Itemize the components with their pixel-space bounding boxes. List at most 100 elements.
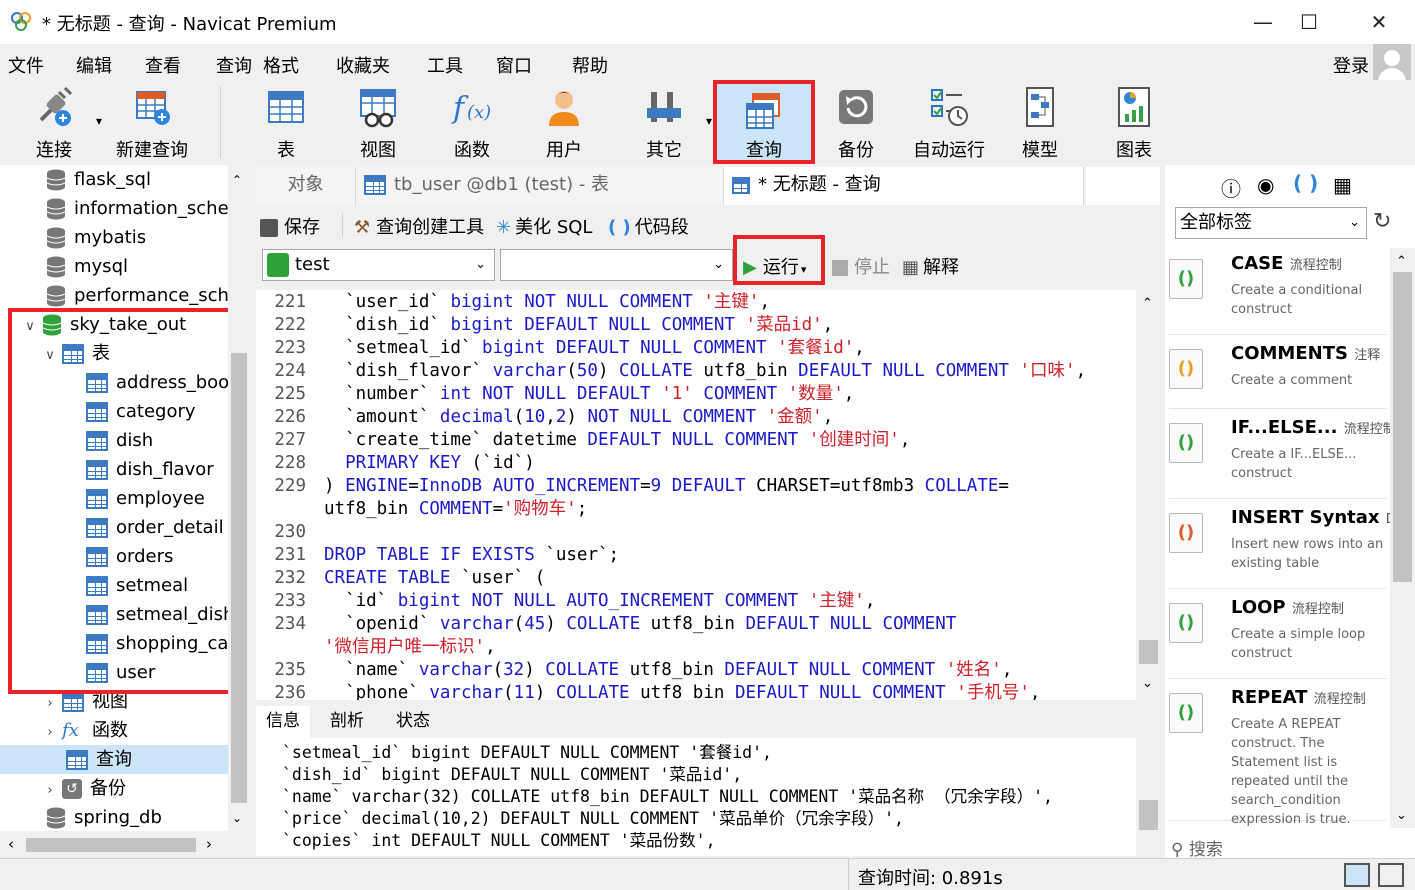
document-tabs: 对象 tb_user @db1 (test) - 表 * 无标题 - 查询 [256,167,1161,205]
close-icon[interactable]: ✕ [1356,6,1402,38]
tree-label: mysql [74,256,128,277]
tree-db-spring-db[interactable]: spring_db [46,803,162,831]
tab-info[interactable]: 信息 [256,706,310,738]
function-button[interactable]: f (x) 函数 [432,80,512,164]
output-vertical-scrollbar[interactable] [1136,738,1161,856]
maximize-icon[interactable]: ☐ [1286,6,1332,38]
new-query-icon [136,91,170,125]
scroll-up-icon[interactable]: ⌃ [1142,296,1153,311]
query-builder-button[interactable]: ⚒ 查询创建工具 [354,213,484,239]
connect-button[interactable]: 连接 [14,80,94,164]
snippet-item-comments[interactable]: () COMMENTS 注释 Create a comment [1169,337,1387,409]
code-snippet-button[interactable]: ( ) 代码段 [608,213,689,239]
dml-icon: () [1169,513,1203,553]
scroll-down-icon[interactable]: ⌄ [1142,676,1153,691]
scroll-thumb[interactable] [1139,800,1158,830]
chevron-right-icon[interactable]: › [42,776,58,805]
scroll-up-icon[interactable]: ⌃ [1396,254,1407,269]
connection-select[interactable]: test ⌄ [262,249,495,281]
connect-dropdown-icon[interactable]: ▾ [96,114,102,128]
snippet-scrollbar[interactable]: ⌃ ⌄ [1390,248,1415,828]
view-button[interactable]: 视图 [338,80,418,164]
minimize-icon[interactable]: — [1240,6,1286,38]
scroll-thumb[interactable] [1139,640,1158,664]
autorun-button[interactable]: 自动运行 [904,80,994,164]
snippet-item-insert[interactable]: ()INSERT Syntax DMInsert new rows into a… [1169,501,1390,589]
info-icon[interactable]: ⓘ [1221,173,1241,202]
snippet-item-repeat[interactable]: () REPEAT 流程控制 Create A REPEAT construct. … [1169,681,1387,827]
scroll-left-icon[interactable]: ‹ [8,835,14,853]
menu-file[interactable]: 文件 [8,52,44,78]
menu-format[interactable]: 格式 [263,52,299,78]
tree-folder-queries[interactable]: 查询 [0,745,228,774]
run-button[interactable]: ▶ 运行 ▾ [743,253,806,279]
tree-db-flask-sql[interactable]: flask_sql [46,165,151,194]
tree-horizontal-scrollbar[interactable]: ‹ › [0,831,250,858]
layout-right-icon[interactable] [1378,863,1404,887]
query-time: 查询时间: 0.891s [858,868,1003,889]
table-icon [268,91,304,123]
tab-objects[interactable]: 对象 [256,167,356,205]
user-button[interactable]: 用户 [524,80,604,164]
sql-editor[interactable]: 221 `user_id` bigint NOT NULL COMMENT '主… [256,290,1136,700]
chevron-right-icon[interactable]: › [42,718,58,747]
tab-tb-user[interactable]: tb_user @db1 (test) - 表 [356,167,724,205]
snippet-title: IF...ELSE... [1231,417,1338,438]
eye-icon[interactable]: ◉ [1257,173,1274,197]
stop-button[interactable]: 停止 [832,253,890,279]
snippet-tag: 流程控制 [1343,422,1390,437]
menu-window[interactable]: 窗口 [496,52,532,78]
other-dropdown-icon[interactable]: ▾ [706,114,712,128]
tree-db-information-schema[interactable]: information_schem [46,194,228,223]
scroll-thumb[interactable] [231,353,247,803]
layout-left-icon[interactable] [1344,863,1370,887]
table-button[interactable]: 表 [246,80,326,164]
tag-filter-select[interactable]: 全部标签 ⌄ [1175,207,1367,239]
database-select[interactable]: ⌄ [500,249,733,281]
tree-folder-functions[interactable]: › fx 函数 [42,716,128,745]
menu-favorites[interactable]: 收藏夹 [336,52,390,78]
query-button[interactable]: 查询 [713,80,815,164]
snippet-item-case[interactable]: () CASE 流程控制 Create a conditional construc… [1169,247,1387,335]
scroll-down-icon[interactable]: ⌄ [232,811,242,825]
model-button[interactable]: 模型 [1000,80,1080,164]
tree-folder-backups[interactable]: › ↺ 备份 [42,774,126,803]
save-button[interactable]: 保存 [260,213,320,239]
snippet-search[interactable]: ⚲ 搜索 [1171,835,1223,860]
chart-button[interactable]: 图表 [1094,80,1174,164]
add-snippet-icon[interactable]: ↻ [1373,209,1391,234]
tree-db-mybatis[interactable]: mybatis [46,223,146,252]
backup-button[interactable]: 备份 [816,80,896,164]
scroll-right-icon[interactable]: › [206,835,212,853]
save-label: 保存 [284,217,320,238]
grid-icon[interactable]: ▦ [1333,173,1352,197]
tab-untitled-query[interactable]: * 无标题 - 查询 [724,167,1084,205]
backup-folder-icon: ↺ [62,779,82,799]
scroll-thumb[interactable] [26,838,196,852]
tree-db-performance-schema[interactable]: performance_sche [46,281,228,310]
code-snippet-icon[interactable]: ( ) [1293,171,1318,195]
snippet-item-loop[interactable]: () LOOP 流程控制 Create a simple loop construc… [1169,591,1387,679]
tab-status[interactable]: 状态 [386,706,440,738]
explain-button[interactable]: ▦ 解释 [902,253,959,279]
menu-tools[interactable]: 工具 [427,52,463,78]
snippet-title: REPEAT [1231,687,1308,708]
login-link[interactable]: 登录 [1333,52,1369,78]
run-dropdown-icon[interactable]: ▾ [801,263,807,276]
tree-vertical-scrollbar[interactable]: ⌃ ⌄ [228,165,250,831]
tab-profile[interactable]: 剖析 [320,706,374,738]
other-button[interactable]: 其它 [624,80,704,164]
beautify-sql-button[interactable]: ✳ 美化 SQL [496,213,592,239]
avatar[interactable] [1373,44,1411,84]
menu-query[interactable]: 查询 [216,52,252,78]
snippet-item-if-else[interactable]: () IF...ELSE... 流程控制 Create a IF...ELSE...… [1169,411,1390,499]
new-query-button[interactable]: 新建查询 [112,80,192,164]
tree-db-mysql[interactable]: mysql [46,252,128,281]
scroll-up-icon[interactable]: ⌃ [232,173,242,187]
menu-help[interactable]: 帮助 [572,52,608,78]
editor-vertical-scrollbar[interactable]: ⌃ ⌄ [1136,290,1161,700]
menu-view[interactable]: 查看 [145,52,181,78]
menu-edit[interactable]: 编辑 [76,52,112,78]
scroll-thumb[interactable] [1393,272,1412,582]
scroll-down-icon[interactable]: ⌄ [1396,808,1407,823]
